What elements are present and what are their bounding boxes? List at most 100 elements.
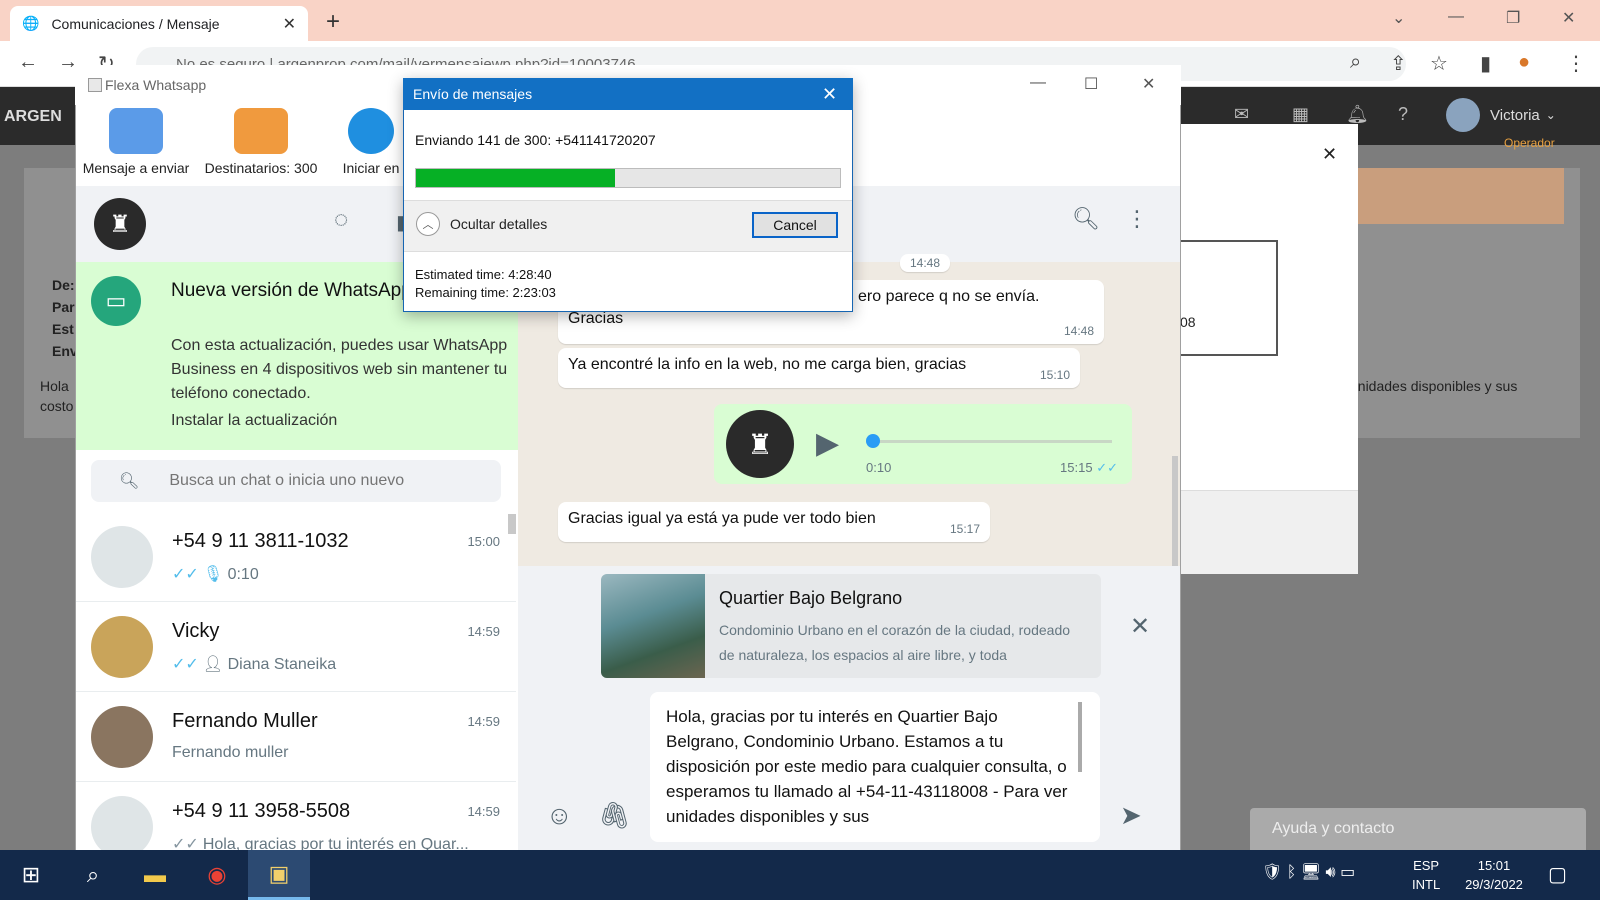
audio-track[interactable] bbox=[872, 440, 1112, 443]
user-menu[interactable]: Victoria ⌄ Operador bbox=[1446, 98, 1556, 150]
globe-icon: 🌐 bbox=[22, 15, 40, 31]
chat-search[interactable]: 🔍︎ bbox=[91, 460, 501, 502]
mail-icon[interactable]: ✉ bbox=[1234, 104, 1249, 125]
mic-icon: 🎙︎ bbox=[202, 566, 224, 583]
chat-preview: Fernando muller bbox=[172, 744, 289, 761]
chat-preview: ✓✓ Hola, gracias por tu interés en Quar..… bbox=[172, 834, 502, 850]
recipients-button[interactable]: Destinatarios: 300 bbox=[200, 108, 322, 176]
audio-scrubber[interactable] bbox=[866, 434, 880, 448]
chat-item[interactable]: Fernando Muller 14:59 Fernando muller bbox=[76, 692, 516, 782]
preview-description: Condominio Urbano en el corazón de la ci… bbox=[719, 622, 1071, 663]
close-window-button[interactable]: ✕ bbox=[1142, 74, 1155, 94]
user-avatar bbox=[1446, 98, 1480, 132]
progress-bar bbox=[415, 168, 841, 188]
menu-icon[interactable]: ⋮ bbox=[1126, 206, 1148, 232]
play-icon[interactable]: ▶ bbox=[816, 426, 839, 461]
flexa-title: Flexa Whatsapp bbox=[105, 77, 207, 93]
contact-icon: 👤︎ bbox=[202, 656, 224, 673]
bookmark-star-icon[interactable]: ☆ bbox=[1430, 51, 1448, 76]
help-contact-bar[interactable]: Ayuda y contacto bbox=[1250, 808, 1586, 850]
user-role: Operador bbox=[1504, 136, 1555, 150]
emoji-icon[interactable]: ☺ bbox=[546, 800, 573, 831]
restore-button[interactable]: ❐ bbox=[1506, 8, 1520, 28]
chat-item[interactable]: +54 9 11 3958-5508 14:59 ✓✓ Hola, gracias… bbox=[76, 782, 516, 850]
close-tab-icon[interactable]: ✕ bbox=[283, 14, 296, 34]
audio-duration: 0:10 bbox=[866, 460, 892, 475]
browser-tab[interactable]: 🌐 Comunicaciones / Mensaje ✕ bbox=[10, 6, 308, 41]
update-banner-body: Con esta actualización, puedes usar What… bbox=[171, 337, 508, 402]
chat-item[interactable]: +54 9 11 3811-1032 15:00 ✓✓ 🎙︎ 0:10 bbox=[76, 512, 516, 602]
close-icon[interactable]: ✕ bbox=[1322, 144, 1337, 165]
notification-icon[interactable]: ▢ bbox=[1548, 862, 1567, 887]
site-message-stub: Hola costo bbox=[40, 378, 74, 414]
double-check-icon: ✓✓ bbox=[172, 836, 199, 850]
site-message-text: unidades disponibles y sus bbox=[1350, 378, 1518, 394]
maximize-button[interactable]: ☐ bbox=[1084, 74, 1098, 94]
preview-title: Quartier Bajo Belgrano bbox=[719, 588, 903, 608]
install-update-link[interactable]: Instalar la actualización bbox=[171, 412, 337, 430]
chrome-icon[interactable]: ◉ bbox=[186, 850, 248, 900]
message-input[interactable]: Hola, gracias por tu interés en Quartier… bbox=[650, 692, 1100, 842]
file-explorer-icon[interactable]: ▬ bbox=[124, 850, 186, 900]
minimize-button[interactable]: — bbox=[1448, 8, 1464, 26]
audio-time: 15:15 ✓✓ bbox=[1060, 460, 1118, 475]
chat-name: Vicky bbox=[172, 620, 220, 642]
menu-icon[interactable]: ⋮ bbox=[1566, 51, 1586, 76]
message-time-stub: 14:48 bbox=[900, 254, 951, 272]
help-icon[interactable]: ? bbox=[1398, 104, 1408, 125]
clock[interactable]: 15:01 29/3/2022 bbox=[1456, 856, 1532, 894]
chat-item[interactable]: Vicky 14:59 ✓✓ 👤︎ Diana Staneika bbox=[76, 602, 516, 692]
chevron-up-icon[interactable]: ︿ bbox=[416, 212, 440, 236]
system-tray[interactable]: 🛡︎ ᛒ 🖥︎ 🔊︎ ▭ bbox=[1262, 862, 1355, 882]
close-window-button[interactable]: ✕ bbox=[1562, 8, 1575, 28]
search-icon[interactable]: ⌕ bbox=[62, 850, 124, 900]
dialog-title: Envío de mensajes bbox=[413, 86, 533, 102]
sender-avatar: ♜ bbox=[726, 410, 794, 478]
start-button[interactable]: Iniciar en bbox=[340, 108, 402, 176]
new-tab-button[interactable]: + bbox=[326, 8, 340, 36]
status-icon[interactable]: ◌ bbox=[334, 206, 348, 234]
minimize-button[interactable]: — bbox=[1030, 74, 1046, 92]
help-contact-label: Ayuda y contacto bbox=[1272, 820, 1395, 837]
close-icon[interactable]: ✕ bbox=[822, 84, 837, 105]
conversation-scrollbar[interactable] bbox=[1172, 456, 1178, 566]
message-bubble: Ya encontré la info en la web, no me car… bbox=[558, 348, 1080, 388]
search-icon[interactable]: 🔍︎ bbox=[1072, 206, 1100, 232]
app-icon bbox=[88, 78, 102, 92]
cancel-button[interactable]: Cancel bbox=[752, 212, 838, 238]
time-estimates: Estimated time: 4:28:40 Remaining time: … bbox=[415, 266, 556, 302]
site-field-labels: De: Par Est Env bbox=[52, 277, 78, 359]
chat-name: Fernando Muller bbox=[172, 710, 318, 732]
site-logo: ARGEN bbox=[4, 108, 62, 125]
dialog-titlebar: Envío de mensajes bbox=[403, 78, 853, 110]
back-arrow-icon[interactable]: ← bbox=[18, 51, 38, 74]
input-language[interactable]: ESP INTL bbox=[1412, 856, 1440, 894]
double-check-icon: ✓✓ bbox=[172, 656, 199, 673]
send-icon[interactable]: ➤ bbox=[1120, 800, 1142, 831]
link-preview[interactable]: Quartier Bajo Belgrano Condominio Urbano… bbox=[601, 574, 1101, 678]
close-icon[interactable]: ✕ bbox=[1130, 612, 1150, 641]
bell-icon[interactable]: 🔔︎ bbox=[1346, 104, 1369, 125]
search-input[interactable] bbox=[169, 472, 490, 490]
search-icon: 🔍︎ bbox=[119, 473, 140, 490]
calendar-icon[interactable]: ▦ bbox=[1292, 104, 1309, 125]
side-panel-icon[interactable]: ▮ bbox=[1480, 51, 1491, 76]
windows-start-icon[interactable]: ⊞ bbox=[0, 850, 62, 900]
message-to-send-button[interactable]: Mensaje a enviar bbox=[80, 108, 192, 176]
people-icon bbox=[234, 108, 288, 154]
flexa-app-icon[interactable]: ▣ bbox=[248, 850, 310, 900]
double-check-icon: ✓✓ bbox=[172, 566, 199, 583]
send-status: Enviando 141 de 300: +541141720207 bbox=[415, 132, 656, 148]
chat-preview: ✓✓ 👤︎ Diana Staneika bbox=[172, 656, 337, 673]
chevron-down-icon[interactable]: ⌄ bbox=[1392, 8, 1405, 28]
chevron-down-icon: ⌄ bbox=[1545, 108, 1556, 122]
zoom-icon[interactable]: ⌕ bbox=[1350, 51, 1361, 74]
user-name: Victoria bbox=[1490, 106, 1540, 124]
compose-scrollbar[interactable] bbox=[1078, 702, 1082, 772]
tab-title: Comunicaciones / Mensaje bbox=[51, 15, 220, 32]
paperclip-icon[interactable]: 🖇︎ bbox=[598, 800, 631, 831]
profile-avatar[interactable]: ♜ bbox=[94, 198, 146, 250]
share-icon[interactable]: ⇪ bbox=[1390, 51, 1407, 76]
hide-details-label[interactable]: Ocultar detalles bbox=[450, 216, 547, 232]
profile-icon[interactable]: ● bbox=[1518, 51, 1530, 74]
